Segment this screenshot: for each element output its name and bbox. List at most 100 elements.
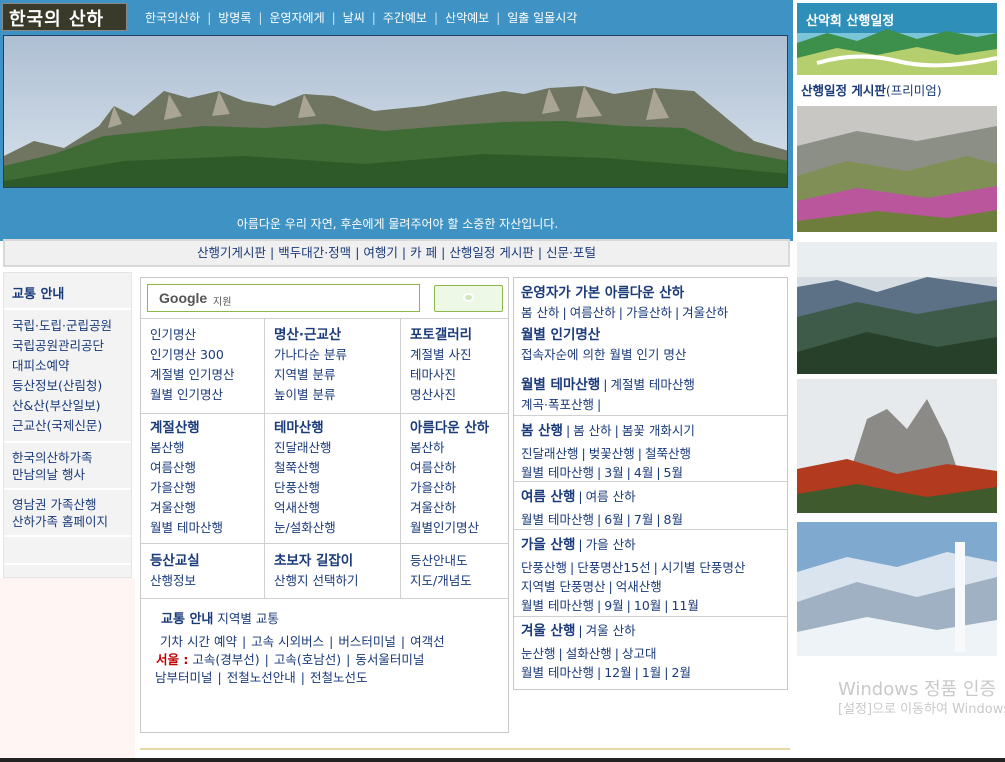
menu-link[interactable]: 월별인기명산 <box>410 518 489 538</box>
traffic-title[interactable]: 교통 안내 <box>161 612 213 627</box>
menu-link[interactable]: 여름산행 <box>150 458 223 478</box>
menu-link[interactable]: 눈/설화산행 <box>274 518 336 538</box>
schedule-board-link[interactable]: 산행일정 게시판(프리미엄) <box>801 80 942 99</box>
section-link[interactable]: 진달래산행 <box>521 446 579 461</box>
menu-link[interactable]: 겨울산하 <box>410 498 489 518</box>
section-link[interactable]: 계곡·폭포산행 <box>521 397 594 412</box>
top-nav-link[interactable]: 날씨 <box>343 11 365 25</box>
section-link[interactable]: 설화산행 <box>566 646 612 661</box>
section-link[interactable]: 1월 <box>642 665 661 680</box>
menu-link[interactable]: 계절별 인기명산 <box>150 365 234 385</box>
menu-heading[interactable]: 계절산행 <box>150 418 223 438</box>
menu-heading[interactable]: 초보자 길잡이 <box>274 551 358 571</box>
traffic-link[interactable]: 기차 시간 예약 <box>160 634 237 649</box>
section-link[interactable]: 월별 테마산행 <box>521 465 594 480</box>
menu-link[interactable]: 등산안내도 <box>410 551 472 571</box>
nav2-link[interactable]: 백두대간·정맥 <box>278 245 351 260</box>
nav2-link[interactable]: 카 페 <box>410 245 437 260</box>
traffic-link[interactable]: 동서울터미널 <box>355 652 424 667</box>
section-link[interactable]: 4월 <box>634 465 653 480</box>
menu-link[interactable]: 가나다순 분류 <box>274 345 347 365</box>
section-title[interactable]: 월별 인기명산 <box>521 326 686 345</box>
nav2-link[interactable]: 신문·포털 <box>546 245 596 260</box>
menu-link[interactable]: 봄산하 <box>410 438 489 458</box>
section-title[interactable]: 봄 산행 <box>521 423 563 439</box>
menu-link[interactable]: 단풍산행 <box>274 478 336 498</box>
sidebar-link[interactable]: 산하가족 홈페이지 <box>12 513 123 530</box>
sidebar-link[interactable]: 등산정보(산림청) <box>12 376 123 396</box>
section-link[interactable]: 5월 <box>664 465 683 480</box>
section-link[interactable]: 7월 <box>634 512 653 527</box>
nav2-link[interactable]: 산행기게시판 <box>197 245 266 260</box>
sidebar-link[interactable]: 국립·도립·군립공원 <box>12 316 123 336</box>
section-title[interactable]: 월별 테마산행 <box>521 377 600 393</box>
menu-heading[interactable]: 아름다운 산하 <box>410 418 489 438</box>
top-nav-link[interactable]: 주간예보 <box>383 11 427 25</box>
section-link[interactable]: 8월 <box>664 512 683 527</box>
menu-link[interactable]: 봄산행 <box>150 438 223 458</box>
top-nav-link[interactable]: 산악예보 <box>445 11 489 25</box>
search-input[interactable]: Google 지원 <box>147 284 420 312</box>
traffic-link[interactable]: 버스터미널 <box>338 634 396 649</box>
section-link[interactable]: 억새산행 <box>616 579 662 594</box>
sidebar-link[interactable]: 한국의산하가족 <box>12 449 123 466</box>
section-link[interactable]: 11월 <box>672 598 699 613</box>
menu-link[interactable]: 겨울산행 <box>150 498 223 518</box>
top-nav-link[interactable]: 일출 일몰시각 <box>507 11 577 25</box>
section-link[interactable]: 3월 <box>604 465 623 480</box>
traffic-link[interactable]: 고속 시외버스 <box>251 634 324 649</box>
section-link[interactable]: 봄 산하 <box>573 423 611 438</box>
menu-link[interactable]: 높이별 분류 <box>274 385 347 405</box>
menu-heading[interactable]: 테마산행 <box>274 418 336 438</box>
section-link[interactable]: 월별 테마산행 <box>521 512 594 527</box>
menu-link[interactable]: 명산사진 <box>410 385 472 405</box>
section-link[interactable]: 6월 <box>604 512 623 527</box>
section-link[interactable]: 여름 산하 <box>586 489 636 504</box>
section-title[interactable]: 겨울 산행 <box>521 623 575 639</box>
section-link[interactable]: 상고대 <box>622 646 657 661</box>
nav2-link[interactable]: 산행일정 게시판 <box>449 245 533 260</box>
section-link[interactable]: 시기별 단풍명산 <box>661 560 745 575</box>
section-link[interactable]: 접속자순에 의한 월별 인기 명산 <box>521 345 686 364</box>
section-link[interactable]: 9월 <box>604 598 623 613</box>
menu-link[interactable]: 인기명산 300 <box>150 345 234 365</box>
menu-link[interactable]: 가을산하 <box>410 478 489 498</box>
menu-link[interactable]: 진달래산행 <box>274 438 336 458</box>
section-link[interactable]: 월별 테마산행 <box>521 598 594 613</box>
section-link[interactable]: 가을산하 <box>626 305 672 320</box>
ridge-view-photo[interactable] <box>797 242 997 374</box>
menu-link[interactable]: 여름산하 <box>410 458 489 478</box>
menu-link[interactable]: 계절별 사진 <box>410 345 472 365</box>
section-link[interactable]: 계절별 테마산행 <box>610 377 694 392</box>
section-link[interactable]: 봄 산하 <box>521 305 559 320</box>
section-link[interactable]: 철쭉산행 <box>645 446 691 461</box>
section-title[interactable]: 여름 산행 <box>521 489 575 505</box>
section-link[interactable]: 단풍산행 <box>521 560 567 575</box>
sidebar-link[interactable]: 대피소예약 <box>12 356 123 376</box>
traffic-link[interactable]: 고속(호남선) <box>274 652 341 667</box>
section-link[interactable]: 눈산행 <box>521 646 556 661</box>
menu-heading[interactable]: 명산·근교산 <box>274 325 347 345</box>
section-title[interactable]: 가을 산행 <box>521 537 575 553</box>
section-link[interactable]: 가을 산하 <box>586 537 636 552</box>
menu-link[interactable]: 인기명산 <box>150 325 234 345</box>
section-link[interactable]: 12월 <box>604 665 631 680</box>
top-nav-link[interactable]: 운영자에게 <box>269 11 324 25</box>
section-title[interactable]: 운영자가 가본 아름다운 산하 <box>521 284 728 303</box>
sidebar-link[interactable]: 산&산(부산일보) <box>12 396 123 416</box>
traffic-subtitle[interactable]: 지역별 교통 <box>217 611 278 626</box>
search-button[interactable] <box>434 285 503 312</box>
section-link[interactable]: 봄꽃 개화시기 <box>622 423 695 438</box>
menu-link[interactable]: 지도/개념도 <box>410 571 472 591</box>
sidebar-link[interactable]: 영남권 가족산행 <box>12 496 123 513</box>
menu-link[interactable]: 테마사진 <box>410 365 472 385</box>
sidebar-link[interactable]: 만남의날 행사 <box>12 466 123 483</box>
section-link[interactable]: 2월 <box>672 665 691 680</box>
section-link[interactable]: 10월 <box>634 598 661 613</box>
sidebar-link[interactable]: 국립공원관리공단 <box>12 336 123 356</box>
section-link[interactable]: 겨울 산하 <box>586 623 636 638</box>
site-logo[interactable]: 한국의 산하 <box>2 3 127 31</box>
azalea-mountain-photo[interactable] <box>797 106 997 232</box>
section-link[interactable]: 지역별 단풍명산 <box>521 579 605 594</box>
menu-link[interactable]: 월별 인기명산 <box>150 385 234 405</box>
